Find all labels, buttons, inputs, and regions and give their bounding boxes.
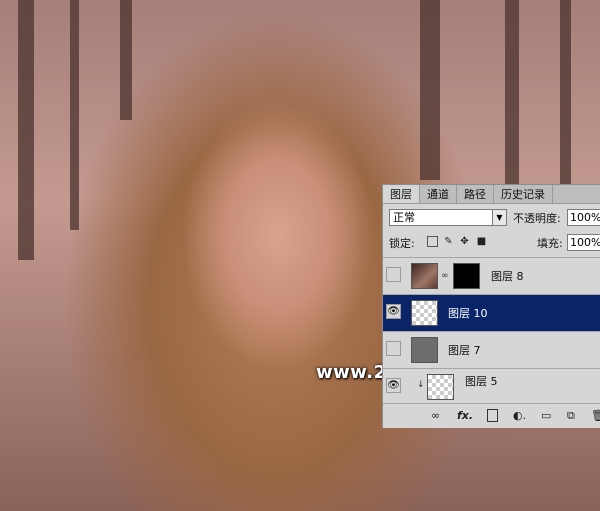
clip-arrow-icon: ↓ <box>417 380 425 390</box>
tab-history[interactable]: 历史记录 <box>494 185 553 203</box>
opacity-label: 不透明度: <box>513 212 561 225</box>
tab-layers[interactable]: 图层 <box>383 185 420 203</box>
lock-transparent-icon[interactable] <box>427 236 438 247</box>
layer-thumbnail <box>427 374 454 400</box>
move-icon[interactable]: ✥ <box>459 236 470 247</box>
layer-name: 图层 5 <box>465 375 498 388</box>
tree-trunk <box>420 0 440 180</box>
adjustment-icon[interactable]: ◐. <box>513 409 526 422</box>
tab-channels[interactable]: 通道 <box>420 185 457 203</box>
fx-icon[interactable]: fx. <box>457 409 473 422</box>
visibility-toggle[interactable] <box>386 341 401 356</box>
layer-thumbnail <box>411 337 438 363</box>
tree-trunk <box>505 0 519 185</box>
lock-label: 锁定: <box>389 237 415 250</box>
layer-name: 图层 10 <box>448 307 488 320</box>
fill-label: 填充: <box>537 237 563 250</box>
tree-trunk <box>18 0 34 260</box>
layer-row[interactable]: 👁 图层 10 <box>383 294 600 331</box>
lock-row: 锁定: ✎ ✥ ■ 填充: 100% <box>387 233 600 253</box>
layer-thumbnail <box>411 263 438 289</box>
layer-thumbnail <box>411 300 438 326</box>
tab-paths[interactable]: 路径 <box>457 185 494 203</box>
blend-mode-value: 正常 <box>393 211 415 224</box>
opacity-input[interactable]: 100% <box>567 209 600 226</box>
layer-row[interactable]: ∞ 图层 8 <box>383 257 600 294</box>
layer-name: 图层 7 <box>448 344 481 357</box>
tree-trunk <box>560 0 571 185</box>
mask-icon[interactable] <box>487 409 498 422</box>
panel-tabs: 图层 通道 路径 历史记录 <box>383 185 600 204</box>
chain-icon: ∞ <box>441 271 449 281</box>
chevron-down-icon[interactable]: ▼ <box>492 210 506 225</box>
layer-list: ∞ 图层 8 👁 图层 10 图层 7 👁 ↓ 图层 5 <box>383 257 600 405</box>
tree-trunk <box>120 0 132 120</box>
brush-icon[interactable]: ✎ <box>443 236 454 247</box>
trash-icon[interactable]: 🗑 <box>591 409 600 422</box>
layer-name: 图层 8 <box>491 270 524 283</box>
eye-icon[interactable]: 👁 <box>386 378 401 393</box>
link-icon[interactable]: ∞ <box>431 409 440 422</box>
mask-thumbnail <box>453 263 480 289</box>
blend-row: 正常 ▼ 不透明度: 100% <box>387 208 600 228</box>
new-layer-icon[interactable]: ⧉ <box>567 409 575 422</box>
layers-panel: 图层 通道 路径 历史记录 正常 ▼ 不透明度: 100% 锁定: ✎ ✥ ■ … <box>382 184 600 428</box>
panel-footer: ∞ fx. ◐. ▭ ⧉ 🗑 <box>383 403 600 428</box>
eye-icon[interactable]: 👁 <box>386 304 401 319</box>
layer-row[interactable]: 图层 7 <box>383 331 600 368</box>
lock-icon[interactable]: ■ <box>476 236 487 247</box>
fill-input[interactable]: 100% <box>567 234 600 251</box>
tree-trunk <box>70 0 79 230</box>
group-icon[interactable]: ▭ <box>541 409 551 422</box>
layer-row[interactable]: 👁 ↓ 图层 5 <box>383 368 600 405</box>
blend-mode-select[interactable]: 正常 ▼ <box>389 209 507 226</box>
visibility-toggle[interactable] <box>386 267 401 282</box>
